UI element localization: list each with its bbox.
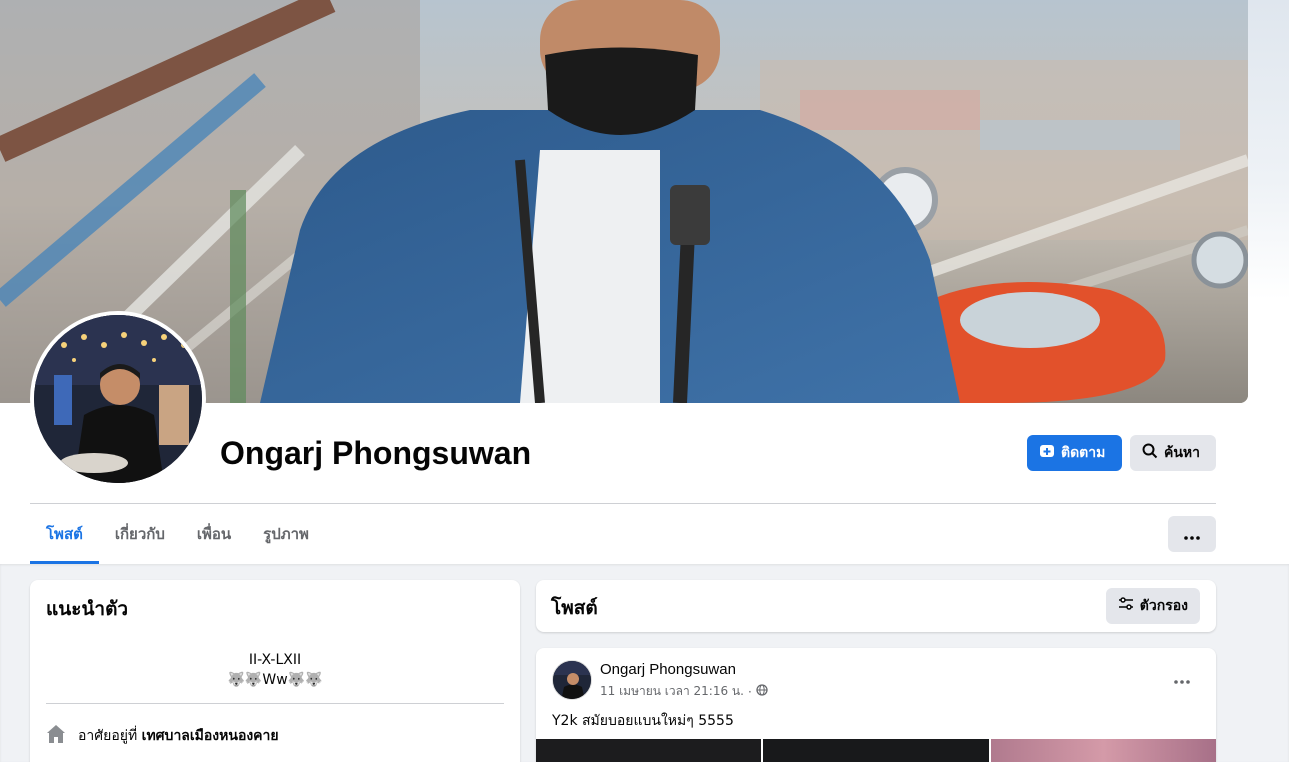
post-photo-grid	[536, 739, 1216, 762]
page-side-background	[1248, 0, 1289, 300]
person-add-icon	[1039, 443, 1055, 463]
lives-in-prefix: อาศัยอยู่ที่	[78, 728, 138, 744]
profile-avatar-image	[34, 315, 202, 483]
post-card: Ongarj Phongsuwan 11 เมษายน เวลา 21:16 น…	[536, 648, 1216, 762]
bio-text-line-1: II-X-LXII	[248, 652, 302, 668]
post-timestamp[interactable]: 11 เมษายน เวลา 21:16 น.	[600, 682, 744, 701]
lives-in-row: อาศัยอยู่ที่ เทศบาลเมืองหนองคาย	[46, 724, 279, 748]
globe-icon	[756, 684, 768, 699]
tab-photos[interactable]: รูปภาพ	[247, 504, 325, 564]
home-icon	[46, 724, 66, 748]
cover-photo[interactable]	[0, 0, 1248, 403]
search-button-label: ค้นหา	[1164, 445, 1201, 461]
post-author-name[interactable]: Ongarj Phongsuwan	[600, 661, 736, 678]
filter-button[interactable]: ตัวกรอง	[1105, 588, 1200, 624]
post-meta: 11 เมษายน เวลา 21:16 น. ·	[600, 682, 768, 701]
lives-in-place[interactable]: เทศบาลเมืองหนองคาย	[142, 728, 279, 744]
filter-sliders-icon	[1118, 596, 1134, 616]
more-options-button[interactable]	[1168, 516, 1216, 552]
intro-card: แนะนำตัว II-X-LXII 🐺🐺Ww🐺🐺 อาศัยอยู่ที่ เ…	[30, 580, 520, 762]
intro-title: แนะนำตัว	[46, 598, 129, 620]
follow-button[interactable]: ติดตาม	[1027, 435, 1122, 471]
more-dots-icon	[1184, 525, 1200, 544]
post-author-avatar[interactable]	[552, 660, 592, 700]
posts-header-card: โพสต์ ตัวกรอง	[536, 580, 1216, 632]
post-photo[interactable]	[763, 739, 989, 762]
profile-tabs: โพสต์ เกี่ยวกับ เพื่อน รูปภาพ	[30, 504, 325, 564]
tab-friends[interactable]: เพื่อน	[181, 504, 247, 564]
bio-text-line-2: 🐺🐺Ww🐺🐺	[227, 672, 323, 688]
tab-posts[interactable]: โพสต์	[30, 504, 99, 564]
filter-button-label: ตัวกรอง	[1139, 598, 1188, 614]
posts-title: โพสต์	[551, 597, 598, 619]
profile-name: Ongarj Phongsuwan	[220, 435, 532, 471]
profile-page: Ongarj Phongsuwan ติดตาม ค้นหา โพสต์ เกี…	[0, 0, 1289, 762]
meta-separator: ·	[747, 684, 752, 699]
post-options-button[interactable]	[1168, 668, 1196, 688]
search-button[interactable]: ค้นหา	[1130, 435, 1216, 471]
tab-about[interactable]: เกี่ยวกับ	[99, 504, 181, 564]
post-photo[interactable]	[536, 739, 762, 762]
post-photo[interactable]	[990, 739, 1216, 762]
more-dots-icon	[1174, 669, 1190, 688]
intro-divider	[46, 703, 504, 704]
profile-avatar[interactable]	[30, 311, 206, 487]
follow-button-label: ติดตาม	[1061, 445, 1106, 461]
post-text: Y2k สมัยบอยแบนใหม่ๆ 5555	[552, 713, 734, 729]
cover-photo-art	[0, 0, 1248, 403]
search-icon	[1142, 443, 1158, 463]
